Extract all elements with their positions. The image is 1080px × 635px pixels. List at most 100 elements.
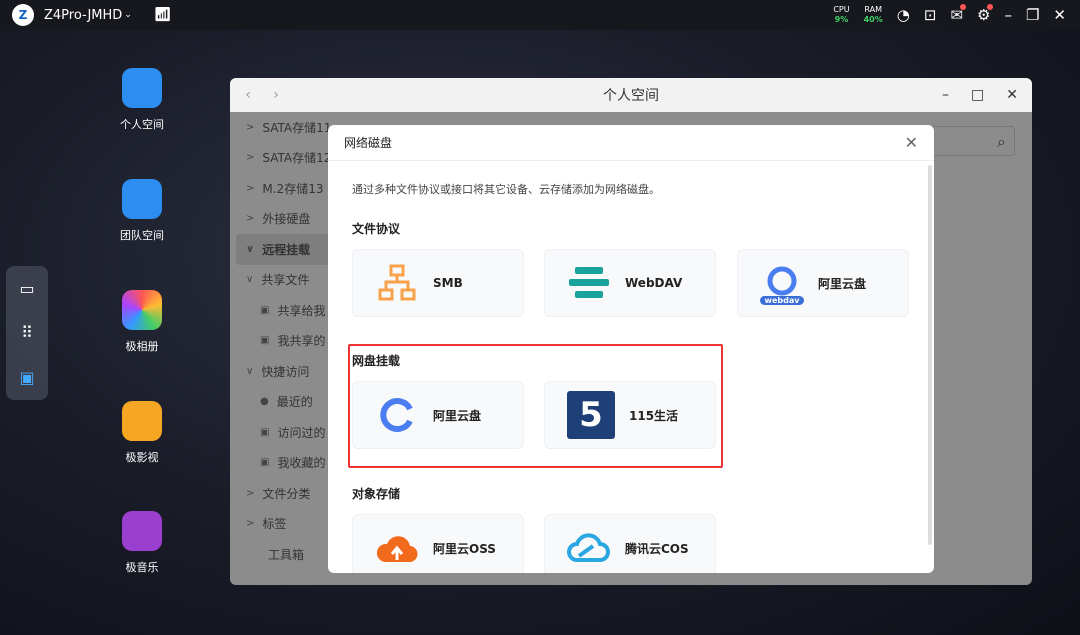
sidebar-item-label: 我共享的 [277,334,326,349]
card-tencent-cos[interactable]: 腾讯云COS [544,514,716,573]
desktop-label: 极影视 [125,451,159,464]
sidebar-item-label: 访问过的 [277,425,326,440]
aliyun-oss-icon [375,526,419,570]
forward-icon[interactable]: › [266,87,286,103]
folder-icon: ▣ [260,335,270,347]
section-title: 网盘挂载 [352,354,401,368]
desktop-icon-photos[interactable]: 极相册 [110,290,174,354]
dock: ▭ ⠿ ▣ [6,266,48,400]
folder-icon: ▣ [260,426,270,438]
cpu-value: 9% [834,15,849,24]
maximize-icon[interactable]: □ [971,87,984,103]
folder-icon: ▣ [260,304,270,316]
webdav-icon [567,261,611,305]
sidebar-item-label: 外接硬盘 [262,212,311,227]
apps-grid-icon[interactable]: ⠿ [21,323,33,342]
team-folder-icon [122,179,162,219]
card-aliyun-webdav[interactable]: webdav 阿里云盘 [737,249,909,317]
wifi-icon[interactable]: 📶︎ [154,7,172,23]
window-header: ‹ › 个人空间 – □ ✕ [230,78,1032,112]
back-icon[interactable]: ‹ [238,87,258,103]
search-input[interactable]: ⌕ [930,126,1015,156]
scrollbar[interactable] [928,165,932,545]
desktop-label: 个人空间 [120,118,164,131]
card-label: WebDAV [625,276,683,290]
chevron-icon: > [246,152,255,164]
desktop-label: 极相册 [125,340,159,353]
desktop-icon-team-space[interactable]: 团队空间 [110,179,174,243]
aliyun-webdav-icon: webdav [760,261,804,305]
music-icon [122,511,162,551]
sidebar-item-label: 共享文件 [261,273,310,288]
chevron-icon: ∨ [246,274,254,286]
chevron-icon: > [246,518,255,530]
card-aliyun-oss[interactable]: 阿里云OSS [352,514,524,573]
ram-value: 40% [863,15,883,24]
minimize-icon[interactable]: – [1004,6,1012,24]
card-115[interactable]: 5 115生活 [544,381,716,449]
chevron-icon: > [246,487,255,499]
network-disk-dialog: 网络磁盘 ✕ 通过多种文件协议或接口将其它设备、云存储添加为网络磁盘。 文件协议 … [328,125,934,573]
ram-label: RAM [864,5,882,14]
card-label: SMB [433,276,463,290]
sidebar-item-label: 快捷访问 [261,364,310,379]
transfer-icon[interactable]: ⊡ [924,6,937,24]
card-smb[interactable]: SMB [352,249,524,317]
dialog-title: 网络磁盘 [344,136,393,150]
desktop-icon-video[interactable]: 极影视 [110,401,174,465]
cpu-stat: CPU 9% [833,5,849,25]
sidebar-item-label: 我收藏的 [277,456,326,471]
chevron-icon: > [246,182,255,194]
sidebar-item-label: SATA存储11 [262,120,332,135]
gear-icon[interactable]: ⚙ [977,4,994,24]
top-bar: Z Z4Pro-JMHD ⌄ 📶︎ CPU 9% RAM 40% ◔ ⊡ ✉ ⚙ – … [0,0,1080,30]
sidebar-item-label: 标签 [262,517,287,532]
chevron-icon: > [246,121,255,133]
desktop-icon-personal-space[interactable]: 个人空间 [110,68,174,132]
close-icon[interactable]: ✕ [1053,6,1066,24]
section-title: 文件协议 [352,222,401,236]
card-label: 腾讯云COS [625,541,689,556]
sidebar-item-label: 远程挂载 [262,242,311,257]
ram-stat: RAM 40% [864,5,883,25]
speedometer-icon[interactable]: ◔ [897,6,910,24]
desktop-icon-music[interactable]: 极音乐 [110,511,174,575]
photos-icon [122,290,162,330]
card-label: 阿里云盘 [433,408,482,423]
sidebar-item-label: 共享给我 [277,303,326,318]
webdav-badge: webdav [760,296,804,305]
close-icon[interactable]: ✕ [1006,87,1018,103]
search-icon: ⌕ [997,132,1006,151]
card-aliyun-drive[interactable]: 阿里云盘 [352,381,524,449]
chevron-icon: ∨ [246,365,254,377]
chevron-icon: > [246,213,255,225]
video-icon [122,401,162,441]
folder-icon: ● [260,396,269,408]
dialog-description: 通过多种文件协议或接口将其它设备、云存储添加为网络磁盘。 [352,183,660,196]
monitor-icon[interactable]: ▭ [19,279,34,298]
folder-icon: ▣ [260,457,270,469]
aliyun-drive-icon [375,393,419,437]
desktop-label: 极音乐 [125,561,159,574]
card-webdav[interactable]: WebDAV [544,249,716,317]
window-title: 个人空间 [603,88,659,104]
card-label: 阿里云OSS [433,541,496,556]
sidebar-item-label: 最近的 [276,395,313,410]
network-icon [375,261,419,305]
mail-icon[interactable]: ✉ [950,4,967,24]
card-label: 阿里云盘 [818,276,867,291]
device-name[interactable]: Z4Pro-JMHD [44,8,122,23]
chevron-icon: ∨ [246,243,255,255]
close-icon[interactable]: ✕ [905,133,918,152]
app-logo-icon[interactable]: Z [12,4,34,26]
file-manager-icon[interactable]: ▣ [19,368,34,387]
minimize-icon[interactable]: – [942,87,949,103]
chevron-down-icon[interactable]: ⌄ [124,10,132,20]
desktop-label: 团队空间 [120,229,164,242]
cpu-label: CPU [833,5,850,14]
card-label: 115生活 [629,408,679,423]
sidebar-item-label: 文件分类 [262,486,311,501]
section-title: 对象存储 [352,487,401,501]
sidebar-item-label: 工具箱 [268,547,305,562]
restore-icon[interactable]: ❐ [1026,6,1039,24]
